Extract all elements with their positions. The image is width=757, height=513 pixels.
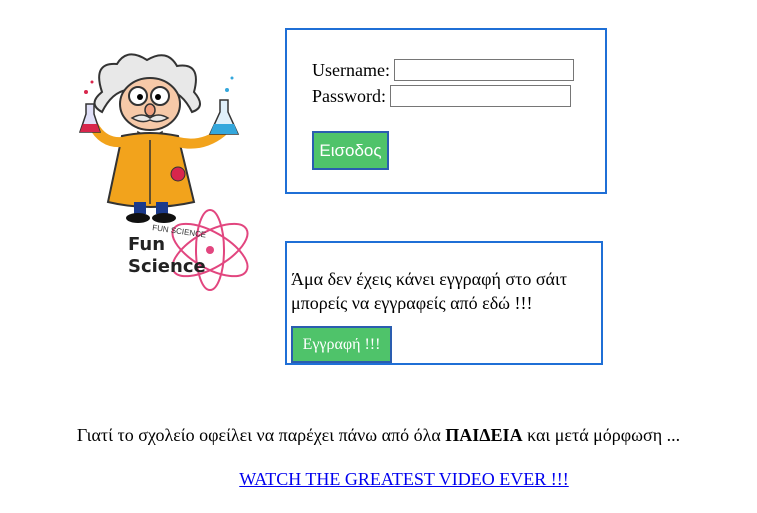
tagline-bold: ΠΑΙΔΕΙΑ <box>445 425 523 445</box>
register-button[interactable]: Εγγραφή !!! <box>291 326 392 363</box>
scientist-illustration: FUN SCIENCE Fun Science <box>78 53 249 291</box>
username-label: Username: <box>312 60 390 80</box>
logo-text-science: Science <box>128 256 206 277</box>
login-button[interactable]: Εισοδος <box>312 131 389 170</box>
video-link[interactable]: WATCH THE GREATEST VIDEO EVER !!! <box>239 469 568 489</box>
register-text: Άμα δεν έχεις κάνει εγγραφή στο σάιτ μπο… <box>291 269 568 313</box>
password-label: Password: <box>312 86 387 106</box>
video-link-container: WATCH THE GREATEST VIDEO EVER !!! <box>0 469 757 490</box>
username-input[interactable] <box>393 59 574 81</box>
tagline-text: Γιατί το σχολείο οφείλει να παρέχει πάνω… <box>76 425 446 445</box>
username-row: Username: <box>312 59 574 81</box>
fun-science-logo: FUN SCIENCE Fun Science <box>72 52 257 297</box>
tagline: Γιατί το σχολείο οφείλει να παρέχει πάνω… <box>0 425 757 446</box>
register-panel: Άμα δεν έχεις κάνει εγγραφή στο σάιτ μπο… <box>285 241 603 365</box>
password-row: Password: <box>312 85 572 107</box>
tagline-text-end: και μετά μόρφωση ... <box>522 425 681 445</box>
atom-icon <box>171 209 249 291</box>
password-input[interactable] <box>390 85 572 107</box>
logo-text-fun: Fun <box>128 234 165 255</box>
login-form: Username: Password: Εισοδος <box>285 28 607 194</box>
